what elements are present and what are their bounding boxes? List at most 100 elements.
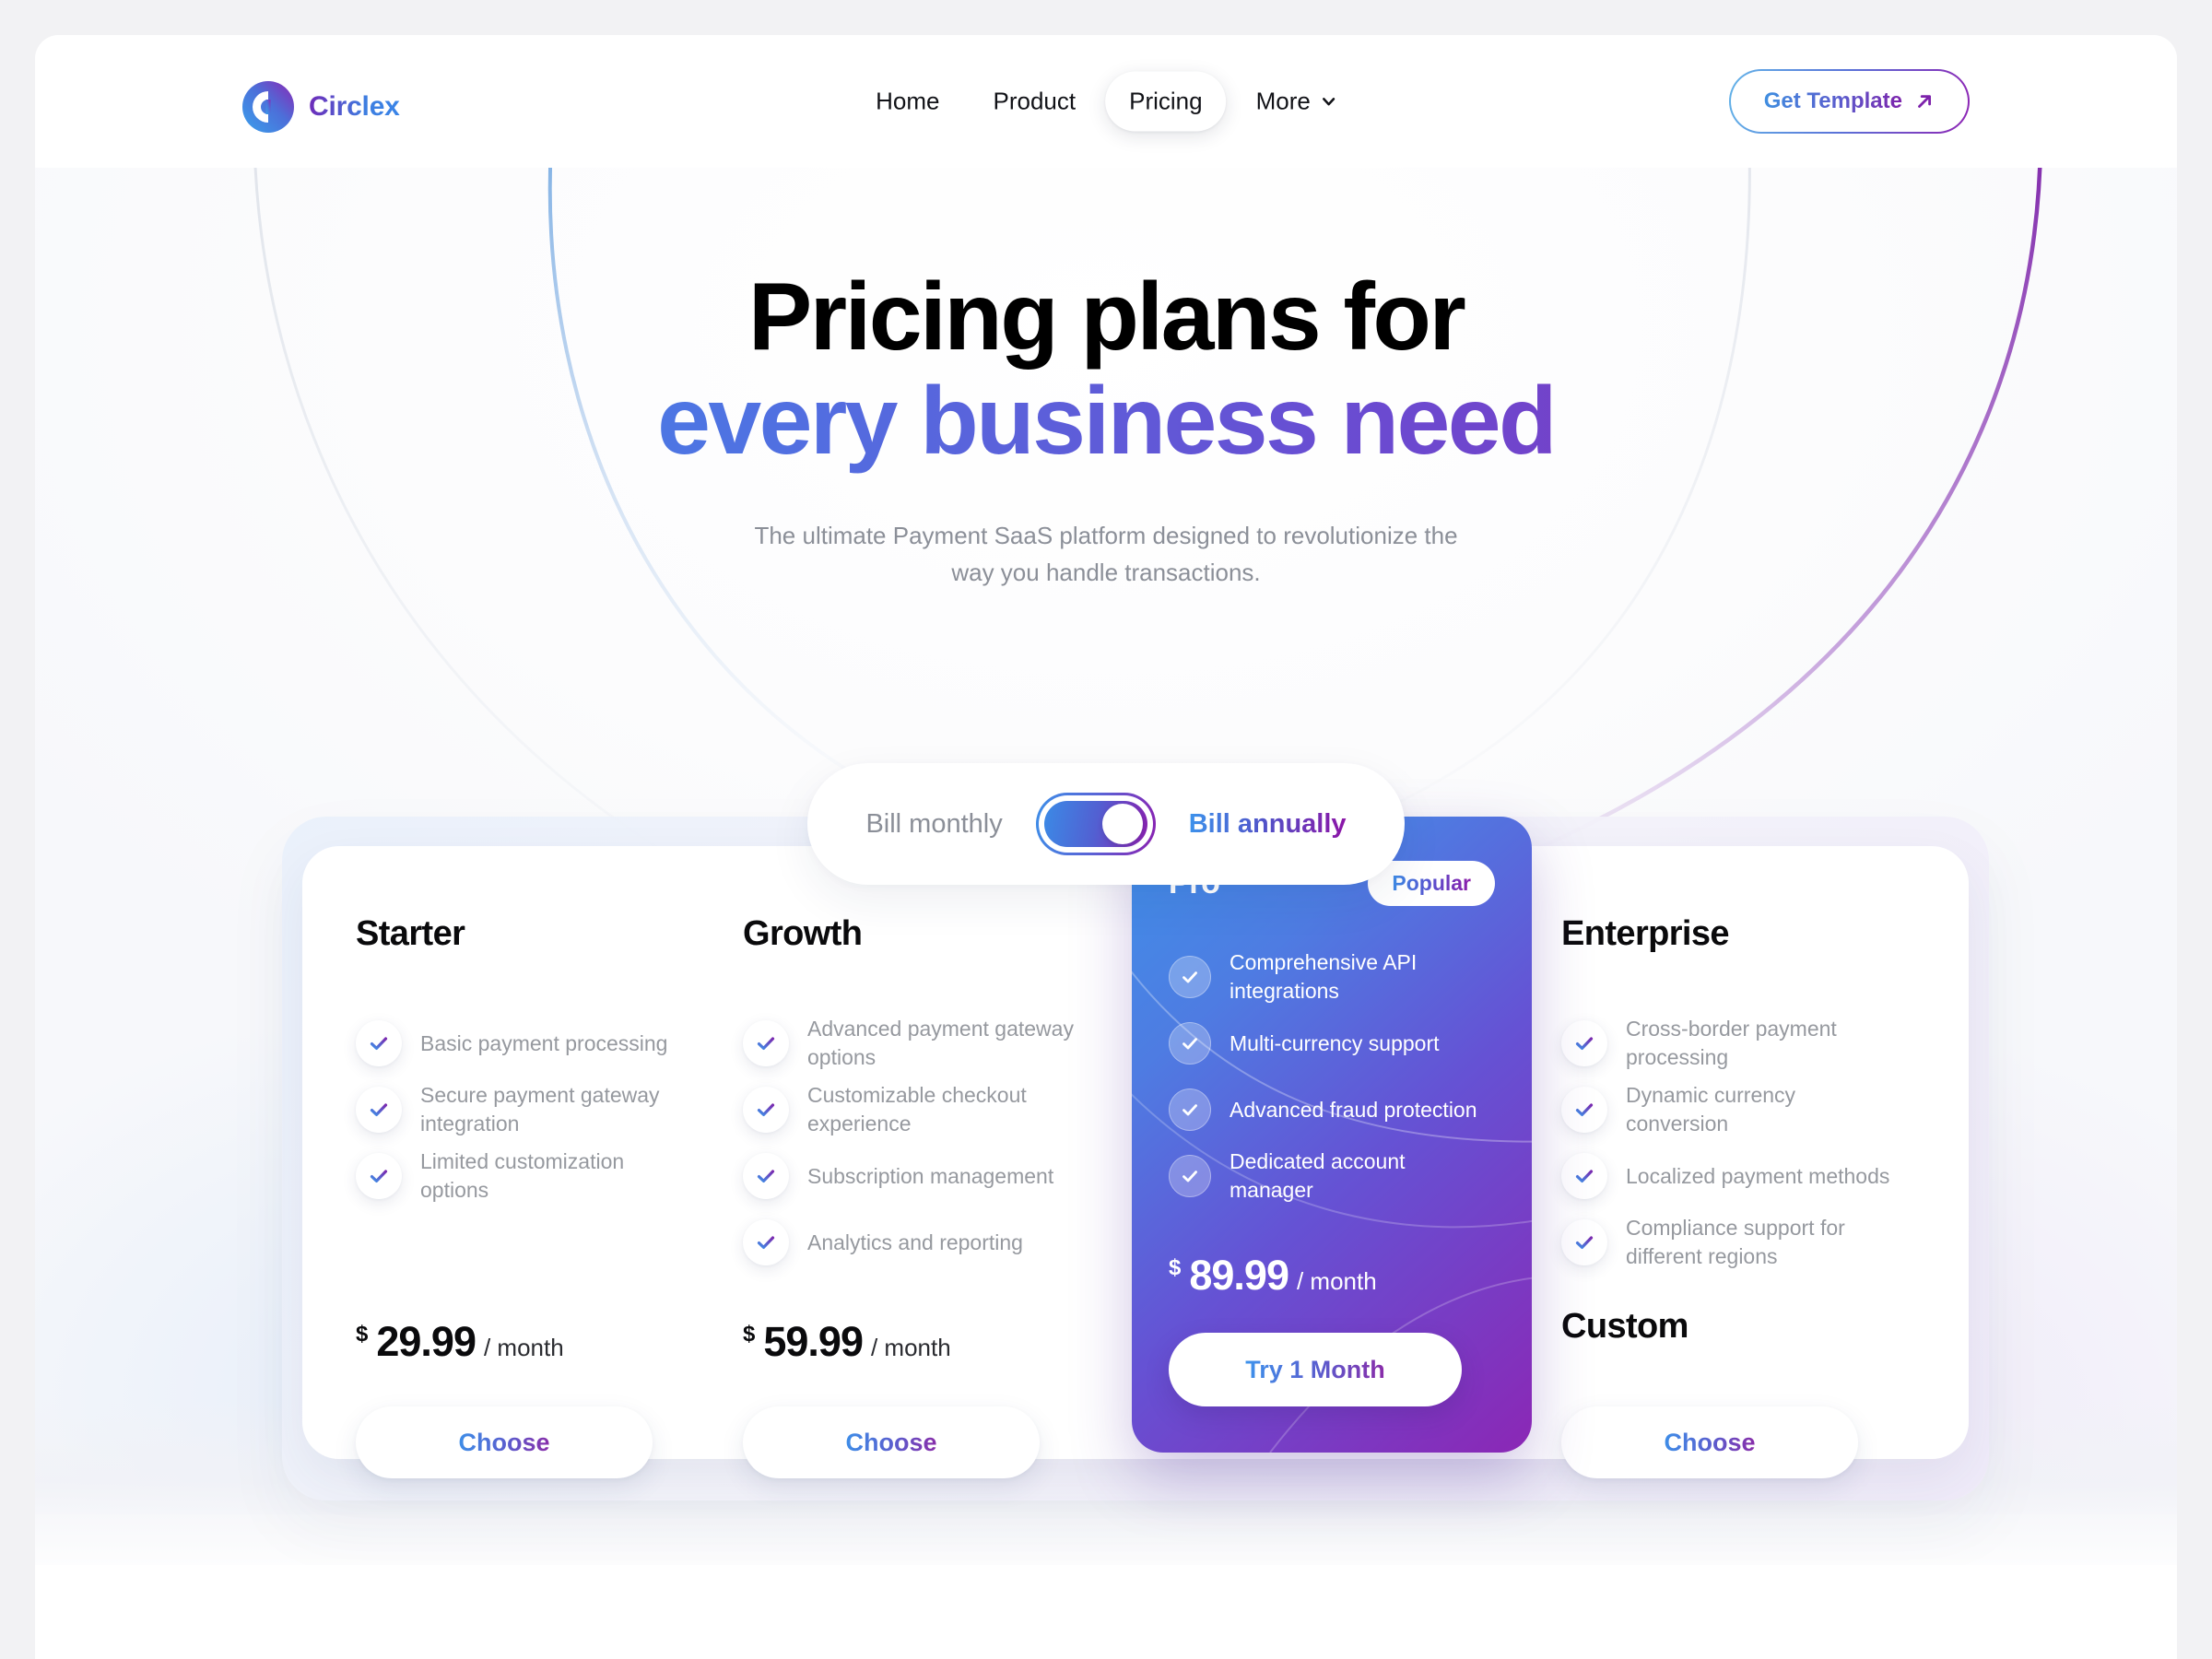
plan-price-starter: $ 29.99 / month — [356, 1318, 564, 1366]
choose-button-enterprise[interactable]: Choose — [1561, 1406, 1858, 1478]
pro-featured-card: Pro Popular Comprehensive API integratio… — [1132, 817, 1532, 1453]
plan-title-enterprise: Enterprise — [1561, 914, 1730, 953]
site-header: Circlex Home Product Pricing More Get Te… — [35, 35, 2177, 168]
check-icon — [1561, 1020, 1607, 1066]
feature-item: Advanced fraud protection — [1169, 1077, 1495, 1142]
hero-section: Pricing plans for every business need Th… — [35, 168, 2177, 591]
check-icon — [1169, 956, 1211, 998]
pricing-plans-row: Starter Basic payment processing Secure … — [282, 817, 1989, 1500]
feature-label: Multi-currency support — [1230, 1030, 1440, 1055]
feature-item: Dedicated account manager — [1169, 1144, 1495, 1208]
check-icon — [1169, 1088, 1211, 1131]
price-currency: $ — [356, 1322, 369, 1347]
feature-item: Basic payment processing — [356, 1011, 743, 1076]
try-1-month-button[interactable]: Try 1 Month — [1169, 1333, 1462, 1406]
feature-item: Cross-border payment processing — [1561, 1011, 1948, 1076]
price-period: / month — [1296, 1267, 1377, 1295]
nav-item-product[interactable]: Product — [970, 72, 1100, 132]
nav-item-pricing[interactable]: Pricing — [1105, 71, 1227, 132]
feature-item: Limited customization options — [356, 1144, 743, 1208]
plan-features-growth: Advanced payment gateway options Customi… — [743, 1011, 1130, 1277]
nav-label-more: More — [1255, 87, 1311, 115]
feature-item: Compliance support for different regions — [1561, 1210, 1948, 1275]
plan-price-pro: $ 89.99 / month — [1169, 1252, 1377, 1300]
check-icon — [743, 1219, 789, 1265]
plan-features-pro: Comprehensive API integrations Multi-cur… — [1169, 945, 1495, 1210]
check-icon — [356, 1153, 402, 1199]
price-value: 29.99 — [376, 1318, 477, 1365]
brand-logo[interactable]: Circlex — [242, 81, 400, 133]
billing-toggle-group: Bill monthly Bill annually — [807, 763, 1405, 885]
page-frame: Circlex Home Product Pricing More Get Te… — [35, 35, 2177, 1659]
check-icon — [1169, 1022, 1211, 1065]
check-icon — [356, 1087, 402, 1133]
plan-title-growth: Growth — [743, 914, 863, 953]
choose-button-label: Choose — [1664, 1428, 1756, 1456]
billing-toggle-switch[interactable] — [1036, 793, 1156, 855]
bill-monthly-label[interactable]: Bill monthly — [865, 809, 1002, 840]
feature-label: Localized payment methods — [1626, 1163, 1890, 1188]
choose-button-label: Choose — [458, 1428, 550, 1456]
check-icon — [1561, 1219, 1607, 1265]
feature-item: Multi-currency support — [1169, 1011, 1495, 1076]
toggle-knob — [1101, 804, 1143, 844]
plan-features-enterprise: Cross-border payment processing Dynamic … — [1561, 1011, 1948, 1277]
feature-label: Customizable checkout experience — [807, 1083, 1027, 1135]
check-icon — [743, 1020, 789, 1066]
check-icon — [1169, 1155, 1211, 1197]
feature-item: Comprehensive API integrations — [1169, 945, 1495, 1009]
feature-label: Limited customization options — [420, 1149, 625, 1202]
nav-item-more[interactable]: More — [1232, 72, 1360, 132]
check-icon — [743, 1087, 789, 1133]
plan-price-growth: $ 59.99 / month — [743, 1318, 951, 1366]
feature-item: Customizable checkout experience — [743, 1077, 1130, 1142]
toggle-track — [1043, 801, 1147, 847]
hero-title-line2: every business need — [35, 369, 2177, 474]
nav-label-home: Home — [876, 87, 940, 115]
check-icon — [1561, 1087, 1607, 1133]
feature-label: Comprehensive API integrations — [1230, 950, 1418, 1003]
page-title: Pricing plans for every business need — [35, 265, 2177, 475]
feature-label: Dynamic currency conversion — [1626, 1083, 1796, 1135]
price-value: 89.99 — [1189, 1252, 1289, 1299]
popular-badge: Popular — [1368, 861, 1495, 906]
brand-name: Circlex — [309, 91, 400, 122]
choose-button-growth[interactable]: Choose — [743, 1406, 1040, 1478]
plan-price-enterprise: Custom — [1561, 1307, 1688, 1346]
feature-label: Cross-border payment processing — [1626, 1017, 1837, 1069]
feature-item: Analytics and reporting — [743, 1210, 1130, 1275]
arrow-up-right-icon — [1918, 95, 1931, 108]
main-nav: Home Product Pricing More — [852, 71, 1360, 132]
get-template-button[interactable]: Get Template — [1729, 69, 1970, 134]
feature-item: Secure payment gateway integration — [356, 1077, 743, 1142]
screenshot-viewport: Circlex Home Product Pricing More Get Te… — [0, 0, 2212, 1659]
nav-item-home[interactable]: Home — [852, 72, 963, 132]
price-currency: $ — [743, 1322, 756, 1347]
try-1-month-label: Try 1 Month — [1245, 1355, 1385, 1383]
feature-label: Advanced fraud protection — [1230, 1097, 1477, 1122]
bill-annually-label[interactable]: Bill annually — [1189, 809, 1347, 840]
plan-card-pro: Pro Popular Comprehensive API integratio… — [1132, 817, 1532, 1500]
feature-item: Dynamic currency conversion — [1561, 1077, 1948, 1142]
feature-label: Analytics and reporting — [807, 1230, 1023, 1254]
price-period: / month — [870, 1334, 951, 1361]
feature-item: Advanced payment gateway options — [743, 1011, 1130, 1076]
feature-label: Dedicated account manager — [1230, 1149, 1406, 1202]
hero-title-line1: Pricing plans for — [747, 264, 1466, 371]
feature-label: Secure payment gateway integration — [420, 1083, 660, 1135]
chevron-down-icon — [1322, 98, 1335, 106]
plan-card-growth: Growth Advanced payment gateway options — [743, 817, 1130, 1500]
nav-label-product: Product — [993, 87, 1077, 115]
feature-label: Advanced payment gateway options — [807, 1017, 1074, 1069]
popular-badge-label: Popular — [1392, 871, 1471, 895]
plan-card-enterprise: Enterprise Cross-border payment processi… — [1561, 817, 1948, 1500]
plan-title-starter: Starter — [356, 914, 465, 953]
circlex-logo-icon — [242, 81, 294, 133]
page-footer-strip — [35, 1565, 2177, 1659]
price-value: 59.99 — [763, 1318, 864, 1365]
feature-label: Compliance support for different regions — [1626, 1216, 1845, 1268]
check-icon — [356, 1020, 402, 1066]
plan-card-starter: Starter Basic payment processing Secure … — [356, 817, 743, 1500]
choose-button-starter[interactable]: Choose — [356, 1406, 653, 1478]
feature-label: Basic payment processing — [420, 1030, 668, 1055]
